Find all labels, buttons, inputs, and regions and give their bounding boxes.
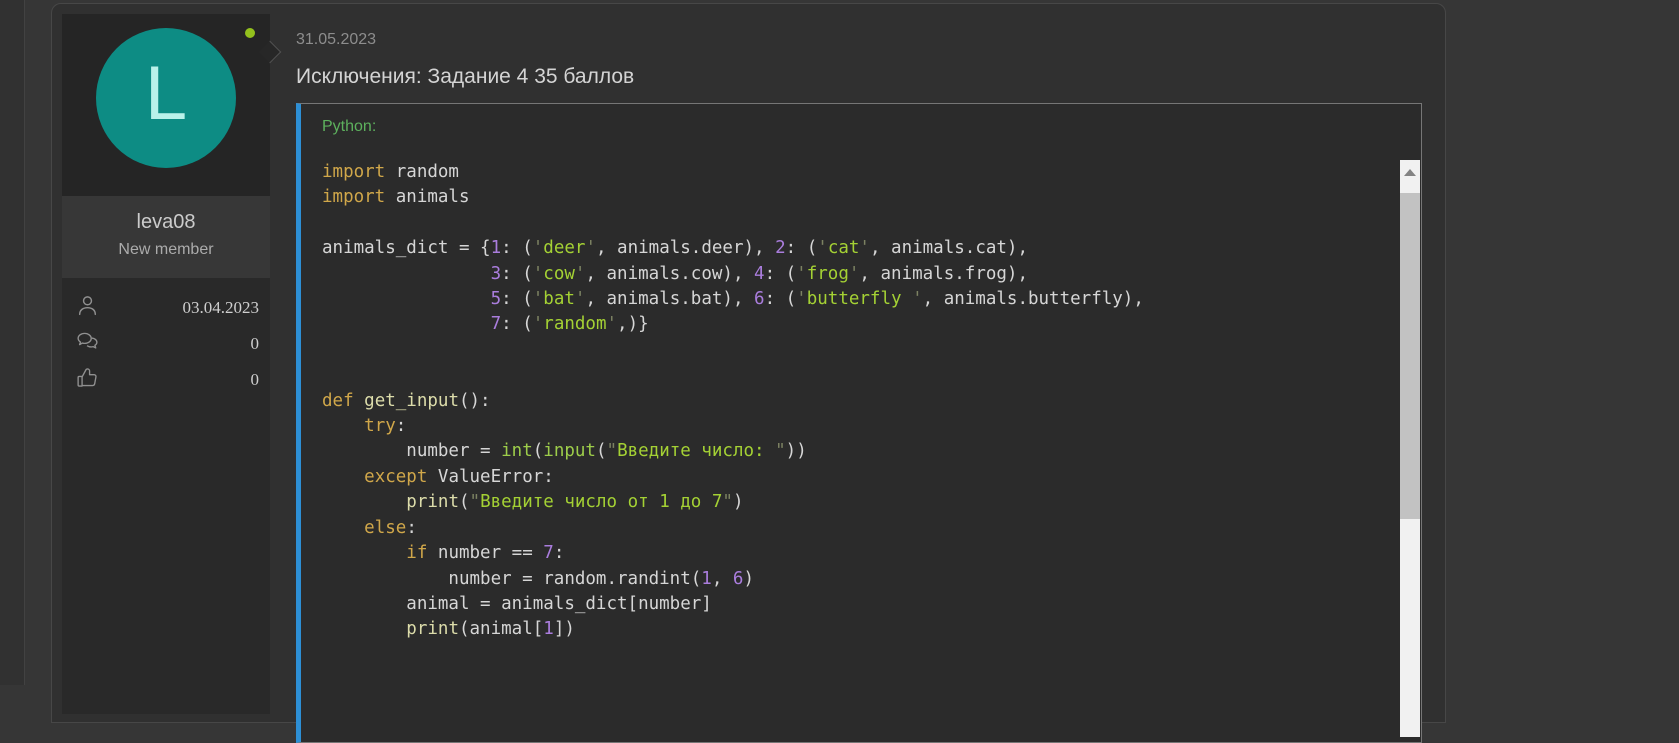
- user-icon: [75, 293, 100, 323]
- page-left-margin: [0, 0, 25, 685]
- code-line: number = random.randint(1, 6): [322, 567, 1391, 592]
- code-line: except ValueError:: [322, 465, 1391, 490]
- code-language-label: Python:: [301, 104, 1421, 136]
- code-line: try:: [322, 414, 1391, 439]
- avatar-letter: L: [145, 56, 187, 140]
- code-line: import animals: [322, 185, 1391, 210]
- code-line: print(animal[1]): [322, 617, 1391, 642]
- message-arrow: [259, 41, 282, 64]
- code-block: Python: import randomimport animals anim…: [296, 103, 1422, 743]
- code-lines: import randomimport animals animals_dict…: [301, 152, 1421, 643]
- stat-row-likes: 0: [75, 368, 259, 392]
- post-date-link[interactable]: 31.05.2023: [296, 31, 1422, 49]
- likes-icon: [75, 365, 100, 395]
- stat-row-messages: 0: [75, 332, 259, 356]
- user-role: New member: [62, 241, 270, 259]
- code-line: [322, 338, 1391, 363]
- user-info-section: leva08 New member: [62, 196, 270, 278]
- code-line: def get_input():: [322, 389, 1391, 414]
- user-stats-section: 03.04.2023 0 0: [62, 278, 270, 714]
- code-line: 7: ('random',)}: [322, 312, 1391, 337]
- username-link[interactable]: leva08: [62, 211, 270, 234]
- scroll-up-button[interactable]: [1400, 160, 1420, 184]
- avatar[interactable]: L: [96, 28, 236, 168]
- code-scroll-area[interactable]: import randomimport animals animals_dict…: [301, 152, 1421, 737]
- online-indicator: [245, 28, 255, 38]
- stat-row-joined: 03.04.2023: [75, 296, 259, 320]
- avatar-section: L: [62, 14, 270, 196]
- code-line: if number == 7:: [322, 541, 1391, 566]
- code-line: animal = animals_dict[number]: [322, 592, 1391, 617]
- messages-count-value: 0: [251, 334, 260, 354]
- code-line: 5: ('bat', animals.bat), 6: ('butterfly …: [322, 287, 1391, 312]
- code-line: number = int(input("Введите число: ")): [322, 439, 1391, 464]
- code-line: 3: ('cow', animals.cow), 4: ('frog', ani…: [322, 262, 1391, 287]
- post-title: Исключения: Задание 4 35 баллов: [296, 65, 1422, 89]
- code-line: else:: [322, 516, 1391, 541]
- join-date-value: 03.04.2023: [183, 298, 260, 318]
- user-panel: L leva08 New member 03.04.2023: [62, 14, 270, 714]
- post-content: 31.05.2023 Исключения: Задание 4 35 балл…: [296, 14, 1422, 743]
- messages-icon: [75, 329, 100, 359]
- code-line: animals_dict = {1: ('deer', animals.deer…: [322, 236, 1391, 261]
- arrow-up-icon: [1404, 169, 1416, 176]
- scrollbar-thumb[interactable]: [1400, 193, 1420, 519]
- forum-post: L leva08 New member 03.04.2023: [51, 3, 1446, 723]
- code-line: import random: [322, 160, 1391, 185]
- likes-count-value: 0: [251, 370, 260, 390]
- code-line: print("Введите число от 1 до 7"): [322, 490, 1391, 515]
- code-scrollbar[interactable]: [1400, 160, 1420, 737]
- code-line: [322, 363, 1391, 388]
- code-line: [322, 211, 1391, 236]
